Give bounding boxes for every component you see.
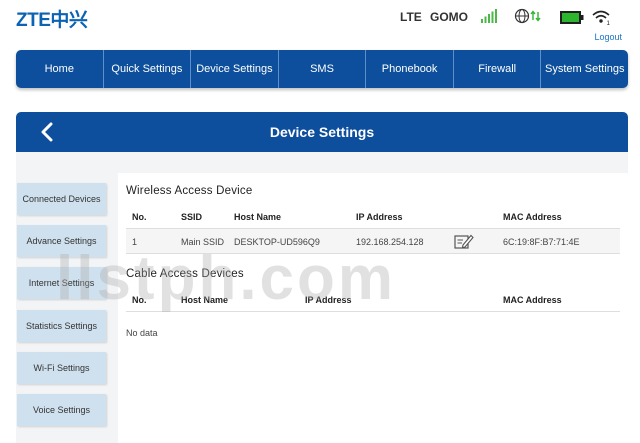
nav-quick-settings[interactable]: Quick Settings [104,50,192,88]
side-voice-settings[interactable]: Voice Settings [17,394,106,426]
edit-icon[interactable] [454,233,474,250]
cable-col-host: Host Name [181,295,229,305]
wireless-col-mac: MAC Address [503,212,562,222]
cable-col-ip: IP Address [305,295,352,305]
nav-system-settings[interactable]: System Settings [541,50,628,88]
wireless-row-no: 1 [132,237,138,247]
wifi-icon: 1 [592,10,611,25]
wireless-row-ssid: Main SSID [181,237,225,247]
operator-label: GOMO [430,10,468,24]
side-connected-devices[interactable]: Connected Devices [17,183,106,215]
wireless-col-ssid: SSID [181,212,203,222]
wireless-row-ip: 192.168.254.128 [356,237,424,247]
wireless-row-mac: 6C:19:8F:B7:71:4E [503,237,580,247]
logout-link[interactable]: Logout [594,32,622,42]
page-header: Device Settings [16,112,628,152]
main-nav: Home Quick Settings Device Settings SMS … [16,50,628,88]
router-admin-page: { "brand": { "logo": "ZTE中兴" }, "status"… [0,0,640,443]
wireless-row-host: DESKTOP-UD596Q9 [234,237,320,247]
wireless-col-no: No. [132,212,147,222]
page-title: Device Settings [269,124,375,140]
side-advance-settings[interactable]: Advance Settings [17,225,106,257]
wireless-col-host: Host Name [234,212,282,222]
nav-firewall[interactable]: Firewall [454,50,542,88]
nav-home[interactable]: Home [16,50,104,88]
nav-device-settings[interactable]: Device Settings [191,50,279,88]
side-wifi-settings[interactable]: Wi-Fi Settings [17,352,106,384]
nav-sms[interactable]: SMS [279,50,367,88]
divider [126,253,620,254]
side-internet-settings[interactable]: Internet Settings [17,267,106,299]
side-statistics-settings[interactable]: Statistics Settings [17,310,106,342]
signal-bars-icon [481,9,497,23]
zte-logo: ZTE中兴 [16,10,88,31]
wireless-col-ip: IP Address [356,212,403,222]
cable-section-title: Cable Access Devices [126,268,244,280]
cable-empty-text: No data [126,328,158,338]
network-type-label: LTE [400,10,422,24]
battery-icon [560,11,584,24]
cable-col-mac: MAC Address [503,295,562,305]
cable-col-no: No. [132,295,147,305]
wifi-client-count: 1 [607,21,611,25]
wireless-section-title: Wireless Access Device [126,185,253,197]
globe-data-icon [514,8,541,24]
divider [126,311,620,312]
nav-phonebook[interactable]: Phonebook [366,50,454,88]
